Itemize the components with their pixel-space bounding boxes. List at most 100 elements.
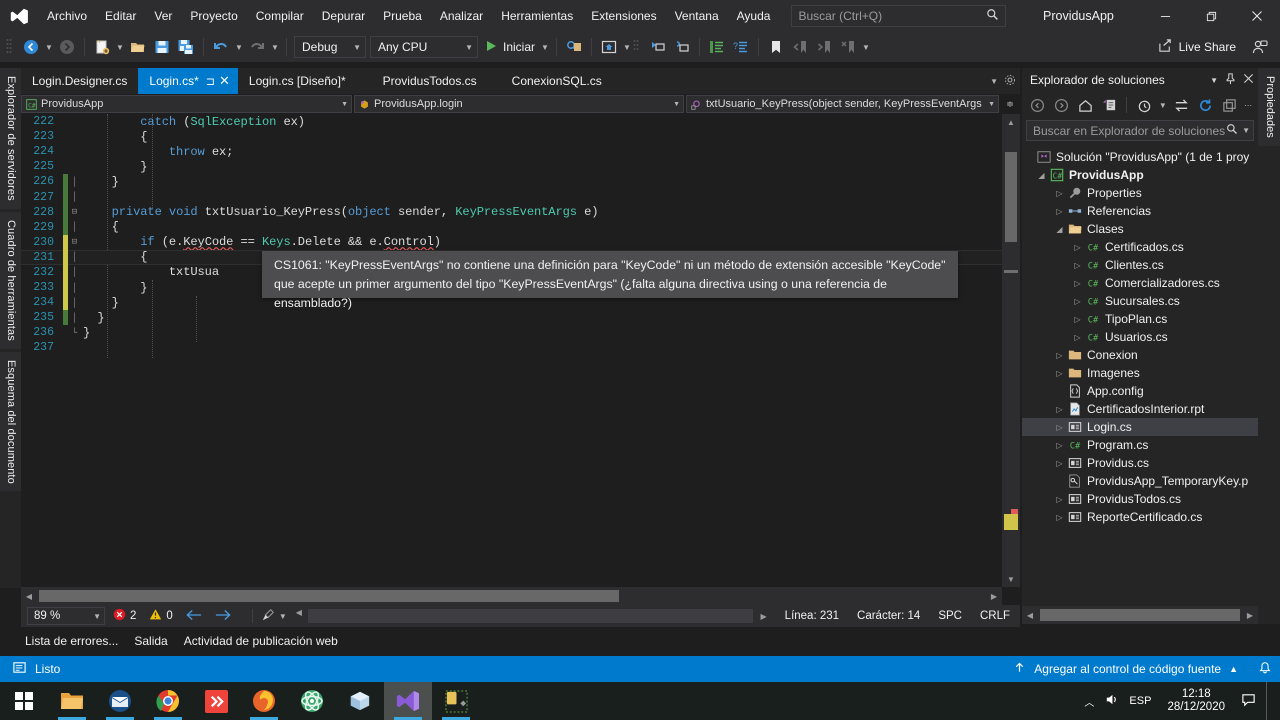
menu-depurar[interactable]: Depurar [313, 0, 374, 32]
taskbar-file-explorer[interactable] [48, 682, 96, 720]
tree-node-providus-cs[interactable]: ▷ Providus.cs [1022, 454, 1258, 472]
undo-icon[interactable] [209, 35, 233, 59]
new-project-icon[interactable] [90, 35, 114, 59]
tree-node-tipoplan-cs[interactable]: ▷ C# TipoPlan.cs [1022, 310, 1258, 328]
code-line[interactable]: 224 throw ex; [21, 144, 1002, 159]
close-button[interactable] [1234, 0, 1280, 32]
fold-marker[interactable]: │ [68, 177, 81, 187]
chevron-up-icon[interactable]: ︿ [1084, 694, 1094, 709]
menu-ver[interactable]: Ver [145, 0, 181, 32]
menu-archivo[interactable]: Archivo [38, 0, 96, 32]
code-editor[interactable]: 222 catch (SqlException ex) 223 { 224 th… [21, 114, 1020, 605]
code-line[interactable]: 230 ⊟ if (e.KeyCode == Keys.Delete && e.… [21, 234, 1002, 250]
source-control-label[interactable]: Agregar al control de código fuente [1034, 662, 1221, 676]
sync-icon[interactable] [1171, 94, 1193, 116]
home-icon[interactable] [1075, 94, 1097, 116]
pin-icon[interactable]: ⊐ [206, 75, 215, 88]
tab-providustodos-cs[interactable]: ProvidusTodos.cs [356, 68, 488, 94]
tree-node-certificadosinterior-rpt[interactable]: ▷ CertificadosInterior.rpt [1022, 400, 1258, 418]
navigate-back-icon[interactable] [1027, 94, 1049, 116]
refresh-icon[interactable] [1195, 94, 1217, 116]
show-desktop-button[interactable] [1266, 682, 1274, 720]
expander-collapsed[interactable]: ▷ [1071, 315, 1084, 324]
expander-collapsed[interactable]: ▷ [1053, 405, 1066, 414]
taskbar-google-chrome[interactable] [144, 682, 192, 720]
tree-node-clases[interactable]: ◢ Clases [1022, 220, 1258, 238]
menu-editar[interactable]: Editar [96, 0, 145, 32]
tree-node-comercializadores-cs[interactable]: ▷ C# Comercializadores.cs [1022, 274, 1258, 292]
code-line[interactable]: 236 └ } [21, 325, 1002, 340]
tab-settings-icon[interactable] [1004, 74, 1016, 89]
tree-node-usuarios-cs[interactable]: ▷ C# Usuarios.cs [1022, 328, 1258, 346]
tab-web-publish-activity[interactable]: Actividad de publicación web [184, 634, 338, 648]
scroll-right-button[interactable]: ▶ [1242, 611, 1258, 620]
clear-bookmarks-icon[interactable] [836, 35, 860, 59]
scroll-down-button[interactable]: ▼ [1002, 571, 1020, 587]
chevron-up-icon[interactable]: ▲ [1229, 664, 1238, 674]
bell-icon[interactable] [1246, 661, 1272, 678]
expander-collapsed[interactable]: ▷ [1071, 333, 1084, 342]
tree-node-program-cs[interactable]: ▷ C# Program.cs [1022, 436, 1258, 454]
chevron-down-icon[interactable]: ▼ [1210, 76, 1218, 85]
chevron-down-icon[interactable]: ▼ [1238, 126, 1250, 135]
start-dropdown[interactable]: ▼ [539, 35, 551, 59]
save-all-icon[interactable] [174, 35, 198, 59]
editor-horizontal-scrollbar[interactable]: ◀ ▶ [21, 587, 1002, 605]
scroll-left-button[interactable]: ◀ [21, 592, 37, 601]
code-line[interactable]: 227 │ [21, 189, 1002, 205]
navbar-member-combo[interactable]: txtUsuario_KeyPress(object sender, KeyPr… [686, 95, 999, 113]
horizontal-scroll-thumb[interactable] [1040, 609, 1240, 621]
code-line[interactable]: 222 catch (SqlException ex) [21, 114, 1002, 129]
close-icon[interactable] [1243, 73, 1254, 87]
code-line[interactable]: 229 │ { [21, 219, 1002, 235]
tree-node-reportecertificado-cs[interactable]: ▷ ReporteCertificado.cs [1022, 508, 1258, 526]
expander-collapsed[interactable]: ▷ [1053, 351, 1066, 360]
menu-compilar[interactable]: Compilar [247, 0, 313, 32]
navbar-class-combo[interactable]: ProvidusApp.login ▼ [354, 95, 684, 113]
fold-marker[interactable]: │ [68, 267, 81, 277]
expander-collapsed[interactable]: ▷ [1053, 513, 1066, 522]
scroll-left-button[interactable]: ◀ [296, 608, 302, 617]
expander-expanded[interactable]: ◢ [1053, 225, 1066, 234]
expander-collapsed[interactable]: ▷ [1053, 441, 1066, 450]
menu-ventana[interactable]: Ventana [666, 0, 728, 32]
tree-node-certificados-cs[interactable]: ▷ C# Certificados.cs [1022, 238, 1258, 256]
status-horizontal-scroll[interactable]: ◀ [296, 608, 753, 623]
start-debug-button[interactable]: Iniciar [480, 35, 539, 59]
tree-node-properties[interactable]: ▷ Properties [1022, 184, 1258, 202]
new-project-dropdown[interactable]: ▼ [114, 35, 126, 59]
restore-button[interactable] [1188, 0, 1234, 32]
scroll-up-button[interactable]: ▲ [1002, 114, 1020, 130]
fold-marker-collapse[interactable]: ⊟ [68, 207, 81, 217]
step-into-icon[interactable] [646, 35, 670, 59]
tree-node-solution[interactable]: Solución "ProvidusApp" (1 de 1 proy [1022, 148, 1258, 166]
scroll-left-button[interactable]: ◀ [1022, 611, 1038, 620]
notification-icon[interactable] [1241, 692, 1256, 710]
menu-extensiones[interactable]: Extensiones [582, 0, 665, 32]
navbar-project-combo[interactable]: C# ProvidusApp ▼ [21, 95, 352, 113]
history-icon[interactable] [1133, 94, 1155, 116]
next-bookmark-icon[interactable] [812, 35, 836, 59]
taskbar-visual-studio[interactable] [384, 682, 432, 720]
configuration-combo[interactable]: Debug ▼ [294, 36, 366, 58]
editor-vertical-scrollbar[interactable]: ▲ ▼ [1002, 114, 1020, 587]
menu-ayuda[interactable]: Ayuda [728, 0, 780, 32]
comment-icon[interactable] [705, 35, 729, 59]
tab-login-designer-cs[interactable]: Login.Designer.cs [21, 68, 139, 94]
live-preview-icon[interactable] [597, 35, 621, 59]
redo-dropdown[interactable]: ▼ [269, 35, 281, 59]
solution-tree[interactable]: Solución "ProvidusApp" (1 de 1 proy ◢ C#… [1022, 148, 1258, 604]
expander-collapsed[interactable]: ▷ [1053, 423, 1066, 432]
code-line[interactable]: 228 ⊟ private void txtUsuario_KeyPress(o… [21, 204, 1002, 220]
sidebar-tab-toolbox[interactable]: Cuadro de herramientas [0, 211, 21, 349]
tab-output[interactable]: Salida [134, 634, 167, 648]
save-icon[interactable] [150, 35, 174, 59]
collapse-all-icon[interactable] [1218, 94, 1240, 116]
sidebar-tab-properties[interactable]: Propiedades [1258, 68, 1280, 146]
tree-node-imagenes[interactable]: ▷ Imagenes [1022, 364, 1258, 382]
pin-icon[interactable] [1225, 72, 1236, 88]
taskbar-firefox[interactable] [240, 682, 288, 720]
expander-collapsed[interactable]: ▷ [1071, 243, 1084, 252]
taskbar-sql-tool[interactable] [432, 682, 480, 720]
expander-collapsed[interactable]: ▷ [1071, 279, 1084, 288]
